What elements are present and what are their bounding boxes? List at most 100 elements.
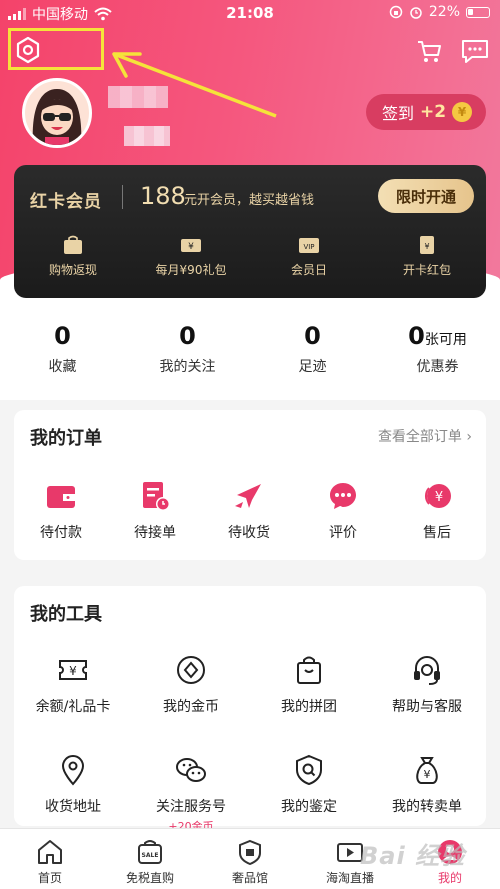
- vip-title: 红卡会员: [30, 192, 102, 212]
- vip-membership-card[interactable]: 红卡会员 188 元开会员，越买越省钱 限时开通 购物返现 ¥ 每月¥90礼包 …: [14, 165, 486, 298]
- order-awaiting-delivery[interactable]: 待收货: [202, 480, 296, 542]
- wallet-icon: [47, 486, 75, 508]
- perk-label: 购物返现: [48, 263, 97, 277]
- coupon-icon: ¥: [181, 239, 201, 252]
- tool-follow-account[interactable]: 关注服务号 +20金币: [132, 754, 250, 834]
- coin-icon: ¥: [452, 102, 473, 122]
- comment-icon: [330, 483, 356, 509]
- vip-perk-member-day[interactable]: VIP 会员日: [250, 235, 368, 278]
- avatar[interactable]: [22, 78, 92, 148]
- location-pin-icon: [61, 755, 85, 786]
- tab-luxury[interactable]: 奢品馆: [200, 829, 300, 889]
- group-bag-icon: [297, 656, 321, 684]
- avatar-illustration: [32, 89, 82, 145]
- vip-price: 188: [140, 182, 186, 210]
- stat-favorites[interactable]: 0 收藏: [0, 300, 125, 392]
- settings-gear-icon[interactable]: [14, 36, 42, 64]
- airplane-icon: [235, 484, 261, 508]
- tab-label: 我的: [437, 871, 462, 885]
- tab-home[interactable]: 首页: [0, 829, 100, 889]
- order-review[interactable]: 评价: [296, 480, 390, 542]
- order-label: 待收货: [228, 525, 270, 541]
- order-after-sales[interactable]: ¥ 售后: [390, 480, 484, 542]
- tab-label: 免税直购: [125, 871, 174, 885]
- cart-icon[interactable]: [416, 38, 442, 64]
- svg-text:¥: ¥: [69, 664, 77, 678]
- receipt-clock-icon: [143, 482, 170, 511]
- tool-balance-giftcard[interactable]: ¥ 余额/礼品卡: [14, 654, 132, 716]
- stat-value: 0: [408, 322, 425, 350]
- vip-description: 元开会员，越买越省钱: [184, 193, 315, 208]
- svg-text:SALE: SALE: [142, 852, 159, 859]
- stat-label: 我的关注: [159, 359, 216, 375]
- alarm-icon: [410, 7, 422, 19]
- tool-shipping-address[interactable]: 收货地址: [14, 754, 132, 816]
- vip-perk-cashback[interactable]: 购物返现: [14, 235, 132, 278]
- tool-label: 我的拼团: [281, 699, 337, 715]
- order-label: 待付款: [40, 525, 82, 541]
- battery-percent: 22%: [428, 4, 460, 20]
- tool-label: 我的鉴定: [281, 799, 337, 815]
- shopping-bag-icon: [64, 235, 82, 254]
- stat-label: 优惠券: [416, 359, 459, 375]
- tools-card: 我的工具 ¥ 余额/礼品卡 我的金币 我的拼团 帮助与客服 收货地址 关注服务号…: [14, 586, 486, 833]
- stat-footprints[interactable]: 0 足迹: [250, 300, 375, 392]
- vip-perk-red-envelope[interactable]: ¥ 开卡红包: [368, 235, 486, 278]
- stat-suffix: 张可用: [424, 332, 467, 348]
- tool-label: 我的转卖单: [392, 799, 462, 815]
- refund-icon: ¥: [425, 484, 451, 508]
- perk-label: 会员日: [290, 263, 327, 277]
- red-envelope-icon: ¥: [420, 236, 434, 254]
- signin-points: +2: [420, 102, 447, 122]
- headset-icon: [414, 656, 440, 685]
- tab-label: 海淘直播: [325, 871, 374, 885]
- stat-label: 足迹: [298, 359, 327, 375]
- tab-label: 首页: [37, 871, 62, 885]
- svg-text:¥: ¥: [424, 242, 429, 251]
- tab-label: 奢品馆: [231, 871, 268, 885]
- ticket-icon: ¥: [59, 660, 87, 680]
- order-awaiting-accept[interactable]: 待接单: [108, 480, 202, 542]
- svg-text:¥: ¥: [424, 768, 431, 781]
- shield-search-icon: [296, 754, 322, 786]
- order-label: 待接单: [134, 525, 176, 541]
- stat-value: 0: [304, 322, 321, 350]
- annotation-arrow: [112, 52, 277, 118]
- tab-duty-free[interactable]: SALE 免税直购: [100, 829, 200, 889]
- svg-text:VIP: VIP: [303, 243, 314, 251]
- signin-button[interactable]: 签到 +2 ¥: [366, 94, 486, 130]
- stat-label: 收藏: [48, 359, 77, 375]
- stats-row: 0 收藏 0 我的关注 0 足迹 0张可用 优惠券: [0, 300, 500, 392]
- tool-gold-coins[interactable]: 我的金币: [132, 654, 250, 716]
- stat-following[interactable]: 0 我的关注: [125, 300, 250, 392]
- message-icon[interactable]: [460, 38, 490, 64]
- lock-rotation-icon: [389, 5, 403, 19]
- luxury-badge-icon: [239, 839, 261, 865]
- tool-resale-orders[interactable]: ¥ 我的转卖单: [368, 754, 486, 816]
- username-blurred: [108, 86, 168, 108]
- orders-card: 我的订单 查看全部订单 › 待付款 待接单 待收货 评价 ¥ 售后: [14, 410, 486, 560]
- tool-label: 我的金币: [163, 699, 219, 715]
- stat-coupons[interactable]: 0张可用 优惠券: [375, 300, 500, 392]
- orders-title: 我的订单: [30, 428, 102, 449]
- tool-label: 余额/礼品卡: [35, 699, 111, 715]
- divider: [122, 185, 123, 209]
- battery-icon: [466, 6, 490, 18]
- order-label: 评价: [329, 525, 357, 541]
- watermark: Bai 经验: [360, 842, 466, 870]
- signin-label: 签到: [382, 104, 415, 123]
- vip-icon: VIP: [299, 238, 319, 253]
- tool-help-service[interactable]: 帮助与客服: [368, 654, 486, 716]
- stat-value: 0: [54, 322, 71, 350]
- perk-label: 每月¥90礼包: [155, 263, 227, 277]
- vip-perk-monthly-gift[interactable]: ¥ 每月¥90礼包: [132, 235, 250, 278]
- view-all-orders-link[interactable]: 查看全部订单 ›: [378, 426, 472, 446]
- tool-authentication[interactable]: 我的鉴定: [250, 754, 368, 816]
- vip-open-button[interactable]: 限时开通: [378, 179, 474, 213]
- order-label: 售后: [423, 525, 451, 541]
- svg-text:¥: ¥: [435, 490, 443, 505]
- tool-group-buy[interactable]: 我的拼团: [250, 654, 368, 716]
- tool-label: 收货地址: [45, 799, 101, 815]
- order-pending-payment[interactable]: 待付款: [14, 480, 108, 542]
- home-icon: [38, 840, 62, 864]
